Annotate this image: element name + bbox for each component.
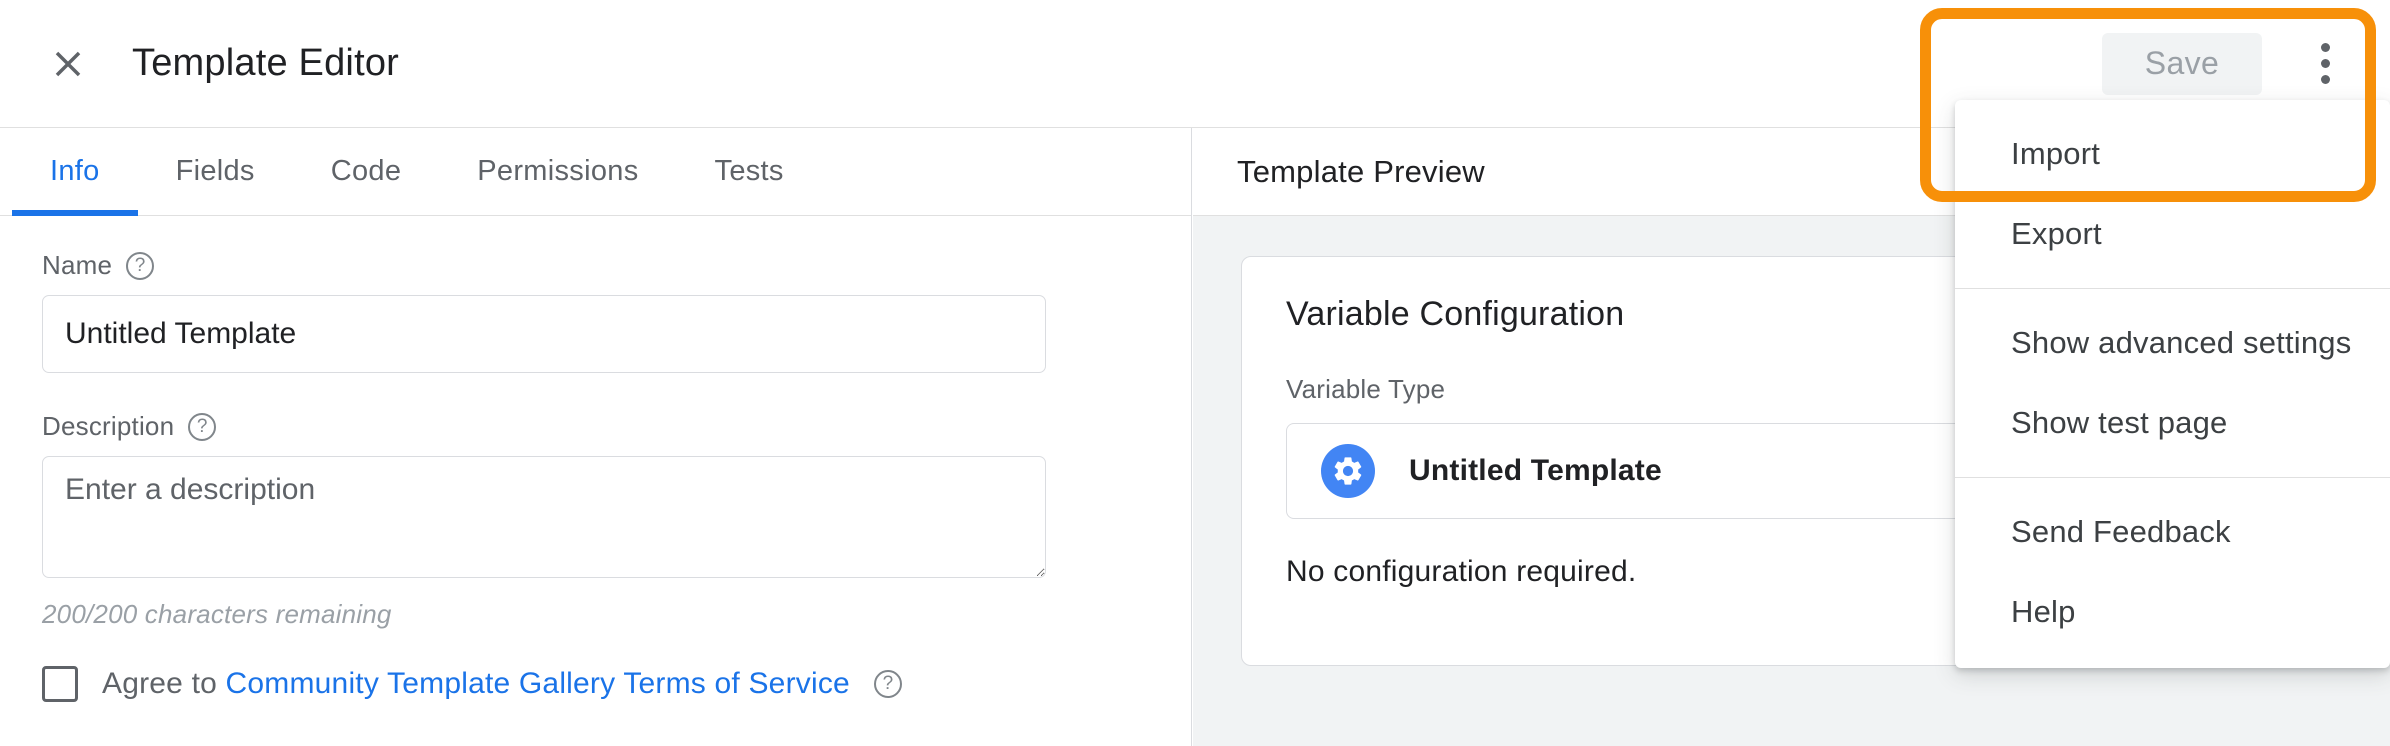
agree-prefix: Agree to — [102, 667, 226, 700]
agree-text: Agree to Community Template Gallery Term… — [102, 667, 850, 701]
editor-panel: Info Fields Code Permissions Tests Name … — [0, 128, 1192, 746]
menu-divider-2 — [1955, 477, 2390, 478]
tab-fields-label: Fields — [175, 155, 255, 187]
tab-permissions-label: Permissions — [477, 155, 639, 187]
tab-fields[interactable]: Fields — [138, 128, 293, 215]
menu-item-import[interactable]: Import — [1955, 114, 2390, 194]
help-icon-description[interactable]: ? — [188, 412, 217, 441]
template-editor-window: Template Editor Save Info Fields Code Pe… — [0, 0, 2390, 746]
character-counter: 200/200 characters remaining — [42, 599, 392, 629]
terms-of-service-link[interactable]: Community Template Gallery Terms of Serv… — [226, 667, 850, 700]
more-vert-icon-dot-2 — [2320, 59, 2330, 68]
save-button[interactable]: Save — [2102, 32, 2262, 95]
name-input[interactable] — [42, 295, 1046, 373]
preview-title: Template Preview — [1237, 153, 1485, 189]
menu-item-export[interactable]: Export — [1955, 194, 2390, 274]
menu-item-show-test-page[interactable]: Show test page — [1955, 383, 2390, 463]
more-vert-icon-dot-1 — [2320, 43, 2330, 52]
description-textarea[interactable] — [42, 456, 1046, 578]
overflow-menu: Import Export Show advanced settings Sho… — [1955, 100, 2390, 668]
tab-tests-label: Tests — [714, 155, 784, 187]
description-field-label: Description ? — [42, 411, 1191, 442]
menu-item-send-feedback[interactable]: Send Feedback — [1955, 492, 2390, 572]
more-options-button[interactable] — [2288, 27, 2362, 101]
tab-info-label: Info — [50, 155, 100, 187]
tab-info[interactable]: Info — [12, 128, 138, 216]
close-icon — [47, 43, 89, 85]
terms-agreement-row: Agree to Community Template Gallery Term… — [42, 666, 1191, 702]
menu-item-show-advanced-settings[interactable]: Show advanced settings — [1955, 303, 2390, 383]
help-icon-name[interactable]: ? — [126, 251, 155, 280]
more-vert-icon-dot-3 — [2320, 75, 2330, 84]
tab-permissions[interactable]: Permissions — [439, 128, 676, 215]
editor-tabs: Info Fields Code Permissions Tests — [0, 128, 1191, 216]
close-button[interactable] — [32, 28, 104, 100]
variable-type-name: Untitled Template — [1409, 454, 1662, 487]
page-title: Template Editor — [132, 42, 400, 84]
name-field-label: Name ? — [42, 250, 1191, 281]
info-form: Name ? Description ? 200/200 characters … — [0, 216, 1191, 702]
name-label-text: Name — [42, 250, 113, 280]
gear-icon — [1321, 444, 1375, 498]
tab-code-label: Code — [330, 155, 402, 187]
description-label-text: Description — [42, 411, 175, 441]
menu-item-help[interactable]: Help — [1955, 572, 2390, 652]
agree-checkbox[interactable] — [42, 666, 78, 702]
menu-divider-1 — [1955, 288, 2390, 289]
description-group: Description ? 200/200 characters remaini… — [42, 411, 1191, 630]
tab-tests[interactable]: Tests — [677, 128, 822, 215]
tab-code[interactable]: Code — [293, 128, 440, 215]
help-icon-terms[interactable]: ? — [873, 670, 902, 698]
